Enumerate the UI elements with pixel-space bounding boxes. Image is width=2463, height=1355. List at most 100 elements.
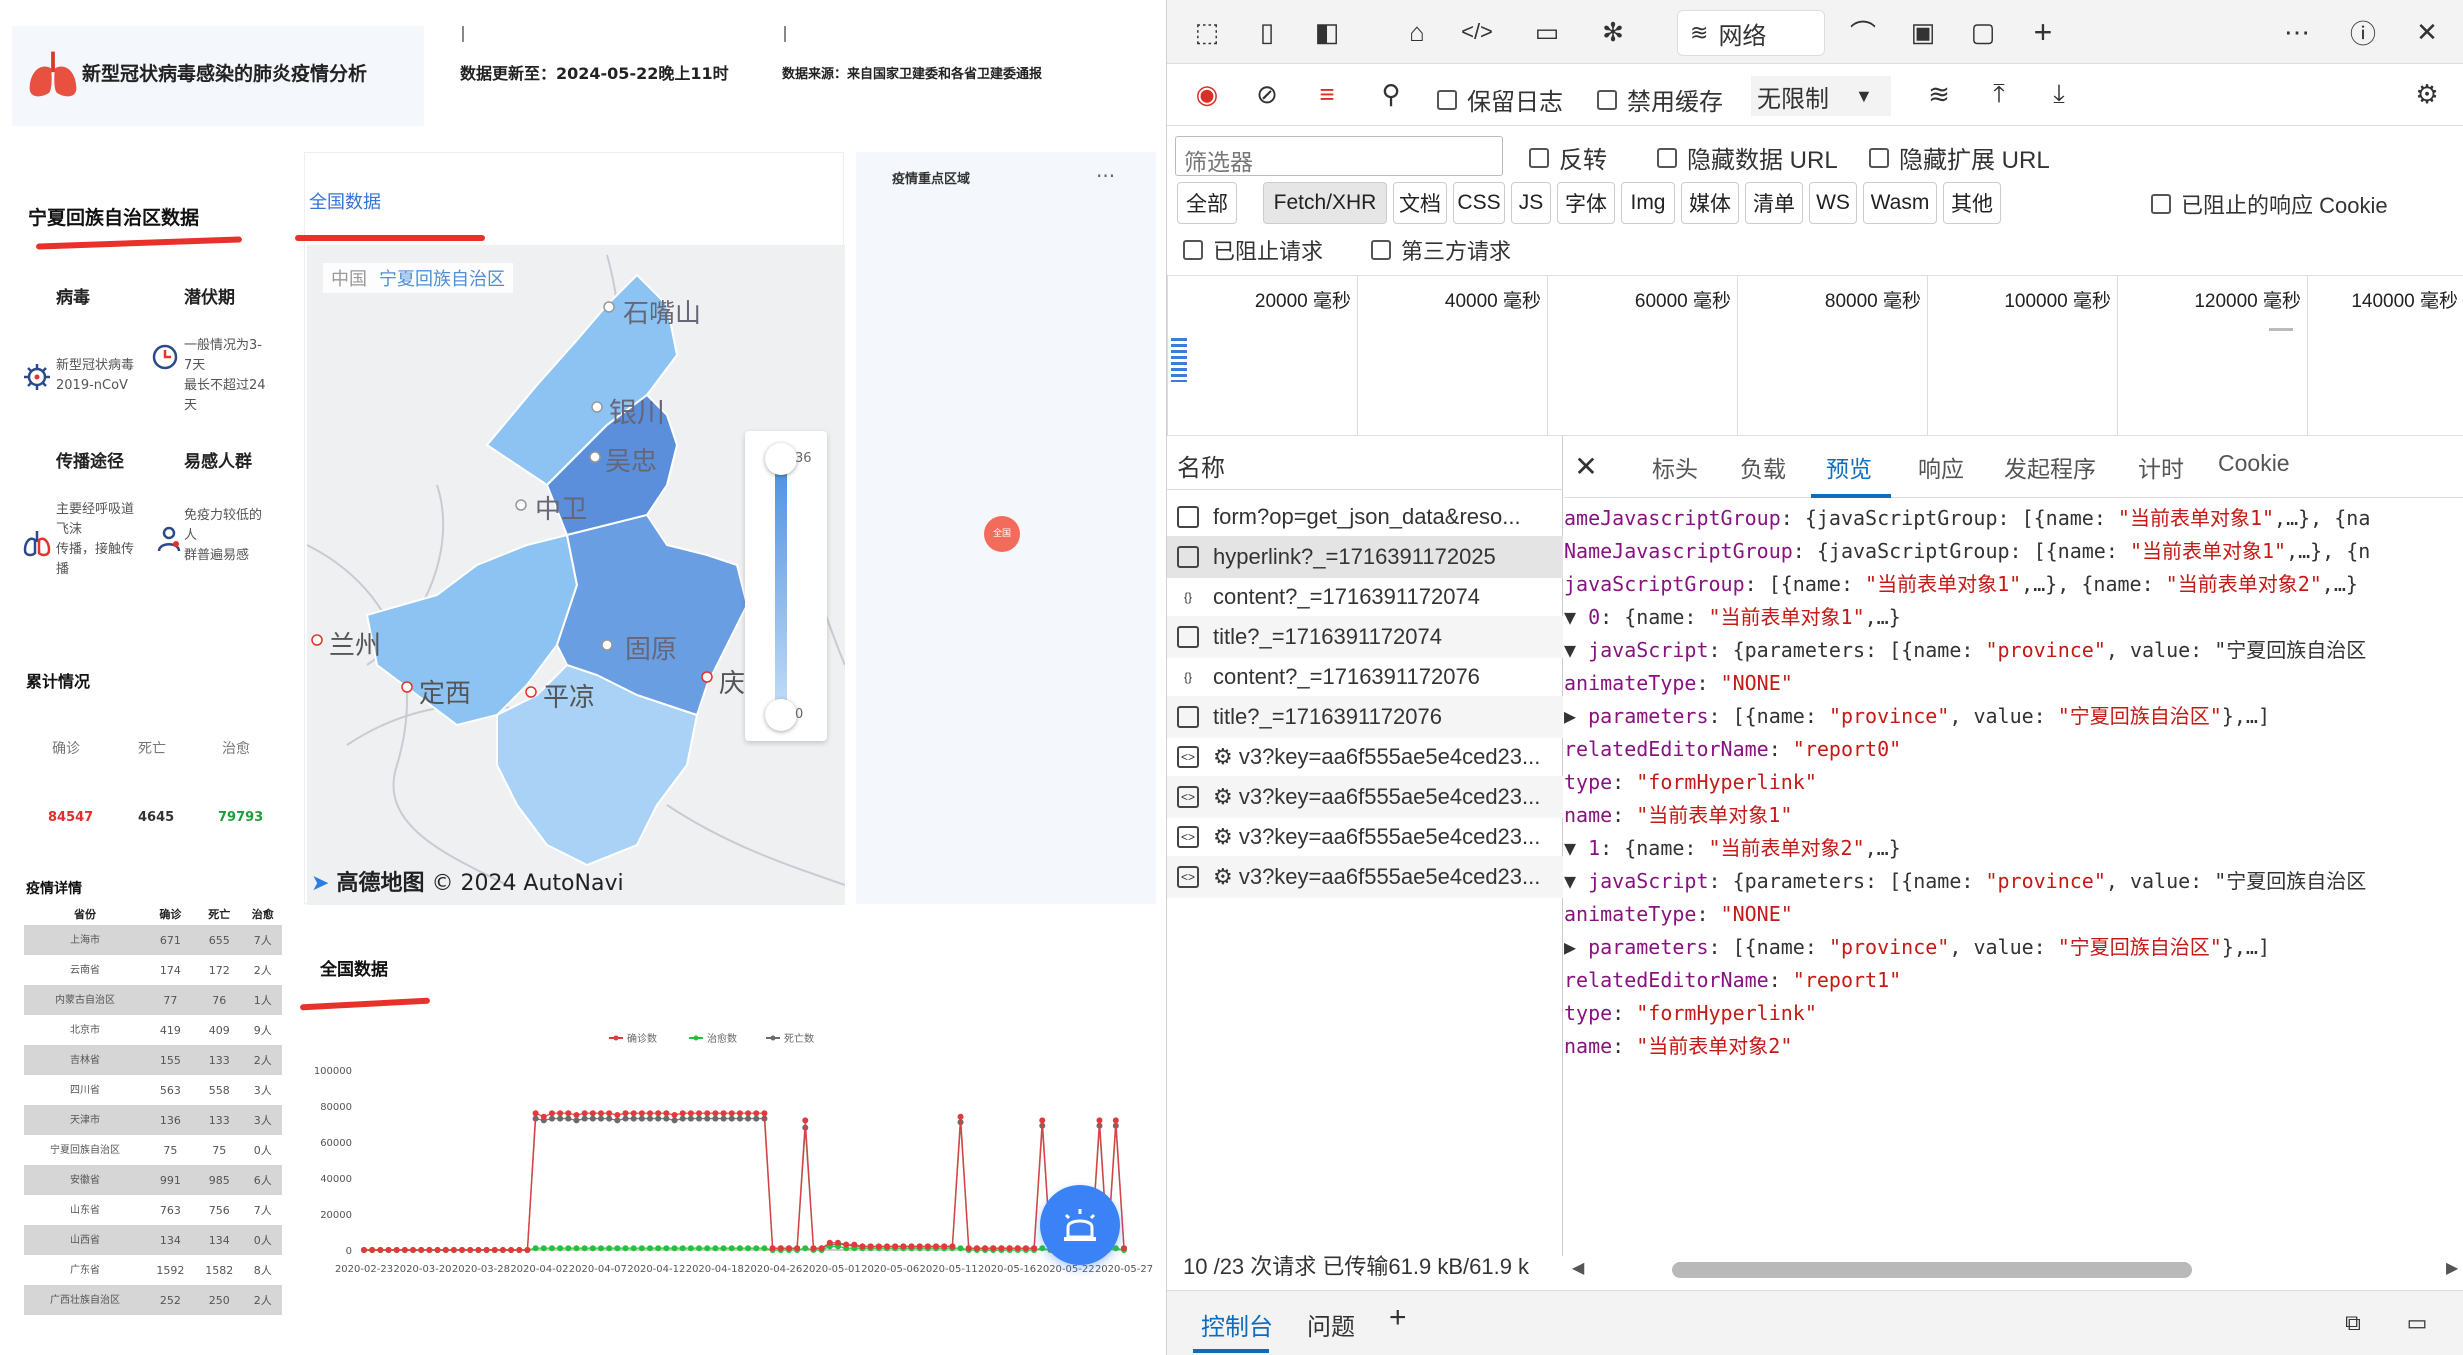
third-party-checkbox[interactable]: 第三方请求: [1371, 234, 1511, 266]
legend-min-handle[interactable]: [765, 699, 797, 731]
preserve-log-checkbox[interactable]: 保留日志: [1437, 82, 1563, 117]
request-row[interactable]: {} content?_=1716391172076: [1167, 656, 1563, 698]
table-row[interactable]: 宁夏回族自治区 75 75 0人: [24, 1135, 282, 1165]
request-row[interactable]: <> ⚙ v3?key=aa6f555ae5e4ced23...: [1167, 776, 1563, 818]
help-icon[interactable]: ⓘ: [2343, 12, 2383, 52]
application-icon[interactable]: ▢: [1963, 12, 2003, 52]
invert-checkbox[interactable]: 反转: [1529, 140, 1607, 175]
map-breadcrumb[interactable]: 中国 宁夏回族自治区: [323, 263, 513, 293]
tab-national-data[interactable]: 全国数据: [309, 188, 381, 214]
tab-console[interactable]: 控制台: [1201, 1307, 1273, 1342]
type-filter-media[interactable]: 媒体: [1681, 182, 1739, 224]
download-har-icon[interactable]: ⤓: [2039, 74, 2079, 114]
tab-network[interactable]: ≋ 网络: [1677, 10, 1825, 56]
device-emulation-icon[interactable]: ▯: [1247, 12, 1287, 52]
request-row[interactable]: form?op=get_json_data&reso...: [1167, 496, 1563, 538]
request-row[interactable]: title?_=1716391172074: [1167, 616, 1563, 658]
type-filter-other[interactable]: 其他: [1943, 182, 2001, 224]
tab-initiator[interactable]: 发起程序: [2004, 450, 2096, 484]
sources-bug-icon[interactable]: ✻: [1593, 12, 1633, 52]
preview-line[interactable]: type: "formHyperlink": [1564, 766, 1817, 798]
more-tools-icon[interactable]: ⋯: [2277, 12, 2317, 52]
preview-line[interactable]: animateType: "NONE": [1564, 667, 1793, 699]
table-row[interactable]: 山东省 763 756 7人: [24, 1195, 282, 1225]
request-row[interactable]: {} content?_=1716391172074: [1167, 576, 1563, 618]
throttle-select[interactable]: 无限制 ▼: [1751, 76, 1891, 116]
search-icon[interactable]: ⚲: [1371, 74, 1411, 114]
tab-preview[interactable]: 预览: [1826, 450, 1872, 484]
collapse-drawer-icon[interactable]: ▭: [2397, 1303, 2437, 1343]
type-filter-wasm[interactable]: Wasm: [1863, 182, 1937, 224]
table-row[interactable]: 安徽省 991 985 6人: [24, 1165, 282, 1195]
preview-line[interactable]: ameJavascriptGroup: {javaScriptGroup: [{…: [1564, 502, 2370, 534]
preview-line[interactable]: javaScriptGroup: [{name: "当前表单对象1",…}, {…: [1564, 568, 2358, 600]
settings-gear-icon[interactable]: ⚙: [2407, 74, 2447, 114]
tab-response[interactable]: 响应: [1918, 450, 1964, 484]
json-preview[interactable]: ameJavascriptGroup: {javaScriptGroup: [{…: [1564, 502, 2463, 1202]
breadcrumb-region[interactable]: 宁夏回族自治区: [379, 269, 505, 290]
preview-line[interactable]: name: "当前表单对象1": [1564, 799, 1792, 831]
scroll-left-icon[interactable]: ◀: [1572, 1258, 1584, 1278]
welcome-home-icon[interactable]: ⌂: [1397, 12, 1437, 52]
type-filter-all[interactable]: 全部: [1177, 182, 1237, 224]
table-row[interactable]: 上海市 671 655 7人: [24, 925, 282, 955]
preview-line[interactable]: type: "formHyperlink": [1564, 997, 1817, 1029]
tab-payload[interactable]: 负载: [1740, 450, 1786, 484]
scroll-right-icon[interactable]: ▶: [2446, 1258, 2458, 1278]
table-row[interactable]: 云南省 174 172 2人: [24, 955, 282, 985]
dock-drawer-icon[interactable]: ⧉: [2333, 1303, 2373, 1343]
filter-icon[interactable]: ≡: [1307, 74, 1347, 114]
dock-side-icon[interactable]: ◧: [1307, 12, 1347, 52]
tab-timing[interactable]: 计时: [2138, 450, 2184, 484]
blocked-requests-checkbox[interactable]: 已阻止请求: [1183, 234, 1323, 266]
type-filter-fetch-xhr[interactable]: Fetch/XHR: [1263, 182, 1387, 224]
table-row[interactable]: 广东省 1592 1582 8人: [24, 1255, 282, 1285]
type-filter-manifest[interactable]: 清单: [1745, 182, 1803, 224]
more-options-icon[interactable]: ···: [1096, 164, 1115, 188]
table-row[interactable]: 北京市 419 409 9人: [24, 1015, 282, 1045]
hot-region-marker[interactable]: 全国: [984, 516, 1020, 552]
elements-icon[interactable]: </>: [1457, 12, 1497, 52]
upload-har-icon[interactable]: ⤒: [1979, 74, 2019, 114]
performance-icon[interactable]: ⌒: [1843, 12, 1883, 52]
console-icon[interactable]: ▭: [1527, 12, 1567, 52]
add-tab-icon[interactable]: +: [2023, 12, 2063, 52]
record-icon[interactable]: ◉: [1187, 74, 1227, 114]
request-row[interactable]: <> ⚙ v3?key=aa6f555ae5e4ced23...: [1167, 816, 1563, 858]
preview-line[interactable]: ▼ javaScript: {parameters: [{name: "prov…: [1564, 865, 2366, 897]
type-filter-img[interactable]: Img: [1621, 182, 1675, 224]
table-row[interactable]: 广西壮族自治区 252 250 2人: [24, 1285, 282, 1315]
network-overview-timeline[interactable]: 20000 毫秒 40000 毫秒 60000 毫秒 80000 毫秒 1000…: [1167, 276, 2463, 436]
preview-line[interactable]: animateType: "NONE": [1564, 898, 1793, 930]
preview-line[interactable]: ▼ javaScript: {parameters: [{name: "prov…: [1564, 634, 2366, 666]
preview-line[interactable]: ▼ 0: {name: "当前表单对象1",…}: [1564, 601, 1901, 633]
memory-chip-icon[interactable]: ▣: [1903, 12, 1943, 52]
preview-line[interactable]: relatedEditorName: "report0": [1564, 733, 1901, 765]
region-map[interactable]: 中国宁夏回族自治区 石嘴山 银川 吴忠 中卫 固原 兰州 定西 平凉 庆阳 36…: [307, 245, 845, 905]
tab-headers[interactable]: 标头: [1652, 450, 1698, 484]
add-drawer-tab-icon[interactable]: +: [1389, 1301, 1407, 1335]
type-filter-js[interactable]: JS: [1511, 182, 1551, 224]
alert-fab[interactable]: [1040, 1185, 1120, 1265]
scroll-thumb[interactable]: [1672, 1262, 2192, 1278]
close-devtools-icon[interactable]: ✕: [2407, 12, 2447, 52]
request-row[interactable]: title?_=1716391172076: [1167, 696, 1563, 738]
hide-ext-url-checkbox[interactable]: 隐藏扩展 URL: [1869, 140, 2050, 175]
table-row[interactable]: 山西省 134 134 0人: [24, 1225, 282, 1255]
preview-line[interactable]: name: "当前表单对象2": [1564, 1030, 1792, 1062]
filter-input[interactable]: 筛选器: [1175, 136, 1503, 176]
preview-line[interactable]: ▶ parameters: [{name: "province", value:…: [1564, 931, 2270, 963]
type-filter-css[interactable]: CSS: [1453, 182, 1505, 224]
inspect-element-icon[interactable]: ⬚: [1187, 12, 1227, 52]
tab-cookies[interactable]: Cookie: [2218, 450, 2290, 477]
disable-cache-checkbox[interactable]: 禁用缓存: [1597, 82, 1723, 117]
table-row[interactable]: 内蒙古自治区 77 76 1人: [24, 985, 282, 1015]
table-row[interactable]: 四川省 563 558 3人: [24, 1075, 282, 1105]
blocked-cookie-checkbox[interactable]: 已阻止的响应 Cookie: [2151, 188, 2388, 220]
network-conditions-icon[interactable]: ≋: [1919, 74, 1959, 114]
tab-issues[interactable]: 问题: [1307, 1307, 1355, 1342]
legend-max-handle[interactable]: [765, 443, 797, 475]
name-column-header[interactable]: 名称: [1167, 436, 1563, 490]
preview-line[interactable]: ▶ parameters: [{name: "province", value:…: [1564, 700, 2270, 732]
type-filter-doc[interactable]: 文档: [1393, 182, 1447, 224]
